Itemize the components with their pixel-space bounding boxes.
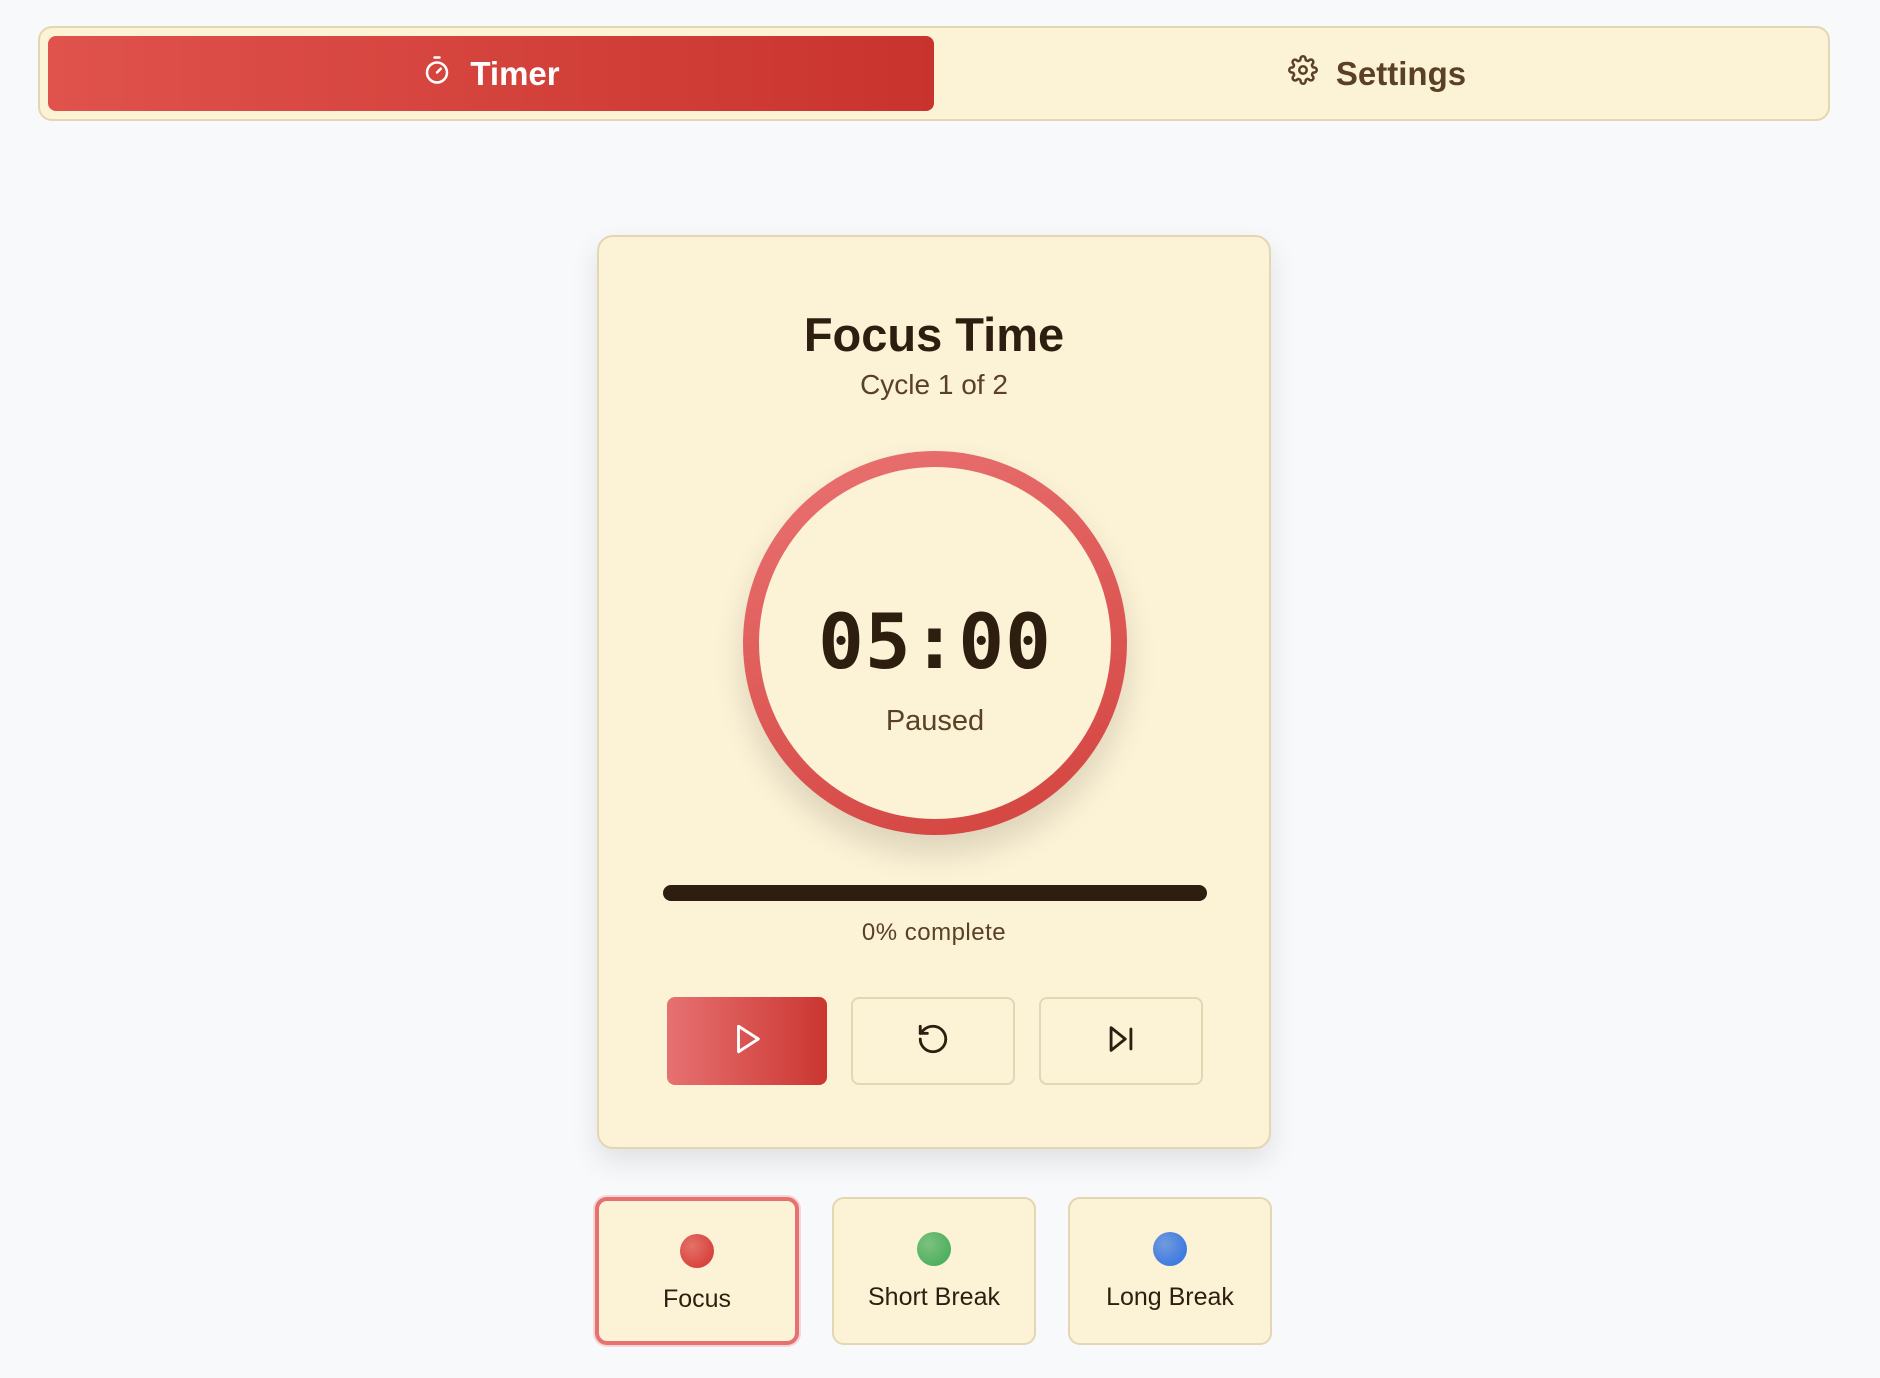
mode-focus-label: Focus bbox=[662, 1285, 732, 1313]
play-icon bbox=[730, 1022, 764, 1061]
long-break-color-dot bbox=[1153, 1232, 1187, 1266]
timer-status: Paused bbox=[885, 705, 985, 737]
stopwatch-icon bbox=[422, 55, 452, 93]
cycle-counter: Cycle 1 of 2 bbox=[860, 369, 1008, 400]
progress-bar bbox=[663, 885, 1207, 901]
mode-long-break-button[interactable]: Long Break bbox=[1068, 1197, 1272, 1345]
mode-short-break-label: Short Break bbox=[867, 1283, 1000, 1311]
reset-button[interactable] bbox=[851, 997, 1015, 1085]
progress-label: 0% complete bbox=[861, 919, 1007, 946]
tab-bar: Timer Settings bbox=[38, 26, 1830, 121]
timer-card: Focus Time Cycle 1 of 2 05:00 Paused 0% … bbox=[597, 235, 1271, 1149]
timer-ring: 05:00 Paused bbox=[743, 451, 1127, 835]
gear-icon bbox=[1287, 54, 1318, 93]
timer-controls bbox=[667, 997, 1205, 1085]
mode-long-break-label: Long Break bbox=[1106, 1283, 1234, 1311]
tab-settings[interactable]: Settings bbox=[934, 36, 1820, 111]
tab-timer-label: Timer bbox=[470, 54, 560, 92]
focus-color-dot bbox=[680, 1234, 714, 1268]
tab-timer[interactable]: Timer bbox=[48, 36, 934, 111]
skip-button[interactable] bbox=[1039, 997, 1203, 1085]
time-display: 05:00 bbox=[818, 597, 1052, 686]
tab-settings-label: Settings bbox=[1335, 54, 1467, 92]
short-break-color-dot bbox=[917, 1232, 951, 1266]
mode-short-break-button[interactable]: Short Break bbox=[832, 1197, 1036, 1345]
session-title: Focus Time bbox=[803, 308, 1065, 361]
mode-focus-button[interactable]: Focus bbox=[595, 1197, 799, 1345]
play-button[interactable] bbox=[667, 997, 827, 1085]
reset-icon bbox=[916, 1022, 950, 1061]
timer-ring-inner: 05:00 Paused bbox=[759, 467, 1111, 819]
skip-forward-icon bbox=[1104, 1022, 1138, 1061]
